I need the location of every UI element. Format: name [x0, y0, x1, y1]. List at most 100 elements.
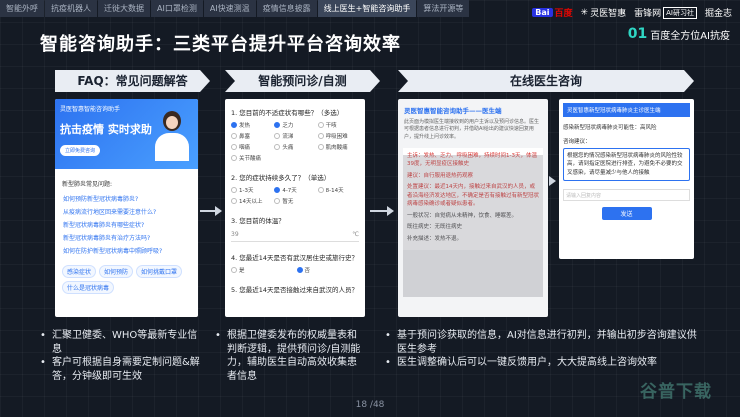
question-wuhan-history: 4. 您最近14天是否有武汉居住史或旅行史？: [231, 254, 359, 262]
option-choice[interactable]: 8-14天: [317, 186, 359, 194]
page-number: 18 /48: [355, 400, 385, 410]
question-symptoms: 1. 您目前的不适症状有哪些？（多选）: [231, 109, 344, 117]
pre-consult-phone-screen: 1. 您目前的不适症状有哪些？（多选） 发热 乏力 干咳鼻塞 流涕 呼吸困难咽痛 头痛 肌肉…: [225, 99, 365, 317]
doctor-side-title: 灵医智惠智能咨询助手——医生端: [404, 107, 502, 115]
doctor-side-intro: 此页面为模拟医生端接收到的用户主诉以及预问诊信息。医生可根据患者信息进行初判，并…: [404, 119, 540, 140]
option-choice[interactable]: 1-3天: [231, 186, 272, 194]
checked-radio-icon: [274, 122, 281, 128]
option-label: 流涕: [282, 134, 294, 140]
tab-7[interactable]: 算法开源等: [417, 0, 470, 17]
faq-chip[interactable]: 如何挑戴口罩: [136, 265, 183, 278]
bullet-item: 医生调整确认后可以一键反馈用户，大大提高线上咨询效率: [385, 356, 705, 370]
faq-hero-banner: 灵医智惠智能咨询助手 抗击疫情 实时求助 立即免费咨询: [55, 99, 198, 169]
baidu-mark: Bai: [532, 8, 553, 17]
faq-question-link[interactable]: 新型冠状病毒肺炎有治疗方法吗?: [55, 231, 198, 244]
unchecked-radio-icon: [231, 155, 237, 161]
option-choice[interactable]: 肌肉酸痛: [317, 143, 359, 151]
option-label: 4-7天: [282, 188, 297, 194]
option-choice[interactable]: 头痛: [274, 143, 315, 151]
reply-input[interactable]: 请输入回复内容: [563, 188, 690, 201]
option-choice[interactable]: 呼吸困难: [317, 132, 359, 140]
option-label: 咽痛: [239, 145, 251, 151]
bullet-item: 根据卫健委发布的权威量表和判断逻辑，提供预问诊/自测能力，辅助医生自动高效收集患…: [215, 329, 365, 383]
unchecked-radio-icon: [231, 133, 237, 139]
temperature-value: 39: [231, 231, 239, 238]
lingyi-icon: ✳: [580, 7, 589, 18]
tab-2[interactable]: 迁徙大数据: [98, 0, 150, 17]
bullets-online-doctor: 基于预问诊获取的信息，AI对信息进行初判，并输出初步咨询建议供医生参考医生调整确…: [385, 329, 705, 370]
option-label: 鼻塞: [239, 134, 251, 140]
bullets-pre-consult: 根据卫健委发布的权威量表和判断逻辑，提供预问诊/自测能力，辅助医生自动高效收集患…: [215, 329, 365, 383]
watermark: 谷普下载: [640, 382, 712, 402]
logo-bar: Bai 百度 ✳ 灵医智惠 雷锋网 AI研习社 掘金志: [532, 6, 732, 19]
free-consult-button[interactable]: 立即免费咨询: [60, 145, 101, 156]
bullet-item: 客户可根据自身需要定制问题&解答，分钟级即可生效: [40, 356, 200, 383]
faq-question-link[interactable]: 如何在防护新型冠状病毒中照顾呼吸?: [55, 244, 198, 257]
option-choice[interactable]: 乏力: [274, 121, 315, 129]
temperature-input[interactable]: 39 ℃: [231, 228, 359, 242]
yuchuang-logo: 掘金志: [705, 6, 732, 19]
lingyi-logo: ✳ 灵医智惠: [580, 6, 627, 20]
faq-chip[interactable]: 如何预防: [99, 265, 134, 278]
option-label: 干咳: [325, 123, 337, 129]
faq-phone-screen: 灵医智惠智能咨询助手 抗击疫情 实时求助 立即免费咨询 新型肺炎常见问题: 如何…: [55, 99, 198, 317]
unchecked-radio-icon: [274, 198, 281, 204]
option-choice[interactable]: 咽痛: [231, 143, 272, 151]
option-choice[interactable]: 鼻塞: [231, 132, 272, 140]
option-choice[interactable]: 干咳: [317, 121, 359, 129]
tab-5[interactable]: 疫情信息披露: [256, 0, 317, 17]
top-tab-strip: 智能外呼 抗疫机器人 迁徙大数据 AI口罩检测 AI快速测温 疫情信息披露 线上医生+智能咨…: [0, 0, 470, 17]
section-header-pre-consult: 智能预问诊/自测: [225, 70, 380, 92]
faq-question-link[interactable]: 从疫病流行地区回来需要注意什么?: [55, 205, 198, 218]
option-choice[interactable]: 关节酸痛: [231, 154, 272, 162]
option-label: 发热: [239, 123, 251, 129]
option-choice[interactable]: 14天以上: [231, 197, 272, 205]
option-choice[interactable]: 否: [296, 266, 360, 274]
baidu-text: 百度: [554, 9, 573, 19]
option-choice[interactable]: 4-7天: [274, 186, 315, 194]
section-header-faq: FAQ：常见问题解答: [55, 70, 210, 92]
arrow-right-icon: [200, 206, 222, 216]
leifeng-text: 雷锋网: [634, 9, 662, 19]
unchecked-radio-icon: [231, 144, 237, 150]
faq-question-link[interactable]: 新型冠状病毒肺炎有哪些症状?: [55, 218, 198, 231]
option-choice[interactable]: 流涕: [274, 132, 315, 140]
tab-1[interactable]: 抗疫机器人: [45, 0, 97, 17]
bullets-faq: 汇聚卫健委、WHO等最新专业信息客户可根据自身需要定制问题&解答，分钟级即可生效: [40, 329, 200, 383]
option-choice[interactable]: 发热: [231, 121, 272, 129]
ai-badge: AI研习社: [663, 6, 697, 19]
option-choice[interactable]: 暂无: [274, 197, 315, 205]
section-header-online-doctor: 在线医生咨询: [398, 70, 694, 92]
tab-0[interactable]: 智能外呼: [0, 0, 44, 17]
tab-4[interactable]: AI快速测温: [203, 0, 256, 17]
doctor-reply-phone-screen: 灵医智惠新型冠状病毒肺炎主诊医生端 感染新型冠状病毒肺炎可能性：高风险 咨询建议…: [559, 99, 694, 259]
lingyi-text: 灵医智惠: [590, 9, 627, 19]
advice-reply-box[interactable]: 根据您的情况感染新型冠状病毒肺炎的风险性较高，请到指定医院进行排查，为避免不必要…: [563, 148, 690, 181]
baidu-ai-number: 01: [627, 26, 648, 42]
arrow-right-icon: [549, 176, 556, 186]
tab-6[interactable]: 线上医生+智能咨询助手: [317, 0, 417, 17]
bullet-item: 基于预问诊获取的信息，AI对信息进行初判，并输出初步咨询建议供医生参考: [385, 329, 705, 356]
unchecked-radio-icon: [231, 187, 237, 193]
advice-label: 咨询建议：: [563, 139, 591, 145]
faq-chip[interactable]: 感染症状: [62, 265, 97, 278]
unchecked-radio-icon: [274, 144, 281, 150]
faq-chip[interactable]: 什么是冠状病毒: [62, 281, 115, 294]
baidu-ai-tagline: 01 百度全方位AI抗疫: [628, 26, 730, 42]
question-duration: 2. 您的症状持续多久了？（单选）: [231, 174, 331, 182]
page-title: 智能咨询助手：三类平台提升平台咨询效率: [40, 34, 401, 55]
unchecked-radio-icon: [317, 187, 324, 193]
option-label: 8-14天: [325, 188, 344, 194]
nurse-illustration: [152, 111, 192, 163]
checked-radio-icon: [231, 122, 237, 128]
unchecked-radio-icon: [231, 198, 237, 204]
send-button[interactable]: 发送: [601, 206, 652, 220]
tab-3[interactable]: AI口罩检测: [151, 0, 203, 17]
faq-question-link[interactable]: 如何预防新型冠状病毒肺炎?: [55, 192, 198, 205]
option-label: 呼吸困难: [325, 134, 348, 140]
arrow-right-icon: [370, 206, 394, 216]
leifeng-logo: 雷锋网 AI研习社: [634, 6, 697, 19]
checked-radio-icon: [274, 187, 281, 193]
option-choice[interactable]: 是: [231, 266, 294, 274]
option-label: 肌肉酸痛: [325, 145, 348, 151]
